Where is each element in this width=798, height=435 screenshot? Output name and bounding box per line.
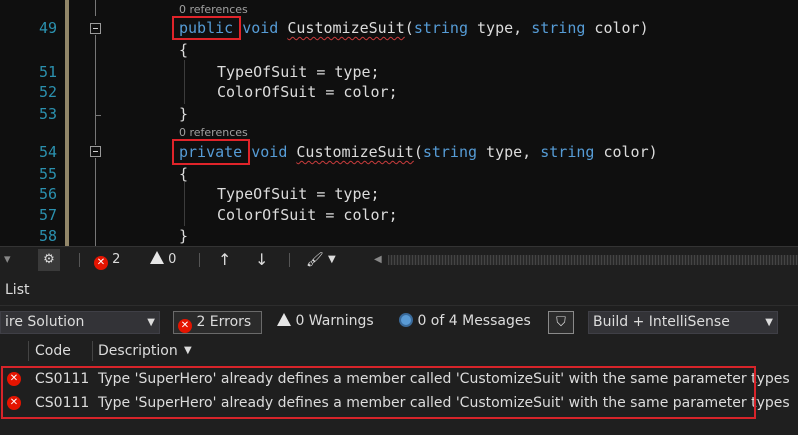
method-name: CustomizeSuit <box>287 19 405 37</box>
code-line-method-signature[interactable]: private void CustomizeSuit(string type, … <box>179 142 658 162</box>
codelens-references[interactable]: 0 references <box>179 126 248 140</box>
code-line-method-signature[interactable]: public void CustomizeSuit(string type, s… <box>179 18 649 38</box>
keyword-void: void <box>251 143 288 161</box>
paren: ( <box>413 143 423 161</box>
zoom-dropdown-arrow-icon[interactable]: ▾ <box>4 247 11 273</box>
code-line-assignment[interactable]: ColorOfSuit = color; <box>217 82 398 102</box>
error-count: 2 <box>112 252 121 267</box>
keyword-void: void <box>242 19 279 37</box>
collapse-icon[interactable] <box>90 146 101 157</box>
outline-end-tick <box>95 115 101 116</box>
next-issue-button[interactable]: ↓ <box>255 247 268 273</box>
panel-title: List <box>5 282 30 298</box>
line-number: 49 <box>38 19 57 37</box>
chevron-down-icon: ▼ <box>147 317 155 328</box>
column-header-code[interactable]: Code <box>35 338 71 364</box>
highlight-box-errors <box>1 366 756 419</box>
param: color) <box>594 143 658 161</box>
separator <box>289 253 290 267</box>
collapse-icon[interactable] <box>90 23 101 34</box>
paren: ( <box>404 19 414 37</box>
keyword-type: string <box>540 143 595 161</box>
codelens-references[interactable]: 0 references <box>179 3 248 17</box>
warnings-filter-label: 0 Warnings <box>295 313 374 329</box>
editor-status-strip: ▾ ⚙ ✕ 2 0 ↑ ↓ 🖌 ▼ ◀ <box>0 246 798 272</box>
line-number: 52 <box>38 83 57 101</box>
separator <box>199 253 200 267</box>
messages-filter-button[interactable]: 0 of 4 Messages <box>395 311 540 334</box>
errors-filter-button[interactable]: ✕ 2 Errors <box>173 311 262 334</box>
panel-title-bar[interactable]: List <box>0 272 798 306</box>
column-header-description[interactable]: Description <box>98 338 178 364</box>
warnings-filter-button[interactable]: 0 Warnings <box>273 311 383 334</box>
error-count-indicator[interactable]: ✕ 2 <box>94 247 120 273</box>
line-number: 54 <box>38 143 57 161</box>
intellicode-icon[interactable]: ⚙ <box>38 249 60 271</box>
indent-guide <box>184 60 185 104</box>
build-source-value: Build + IntelliSense <box>593 314 730 330</box>
messages-filter-label: 0 of 4 Messages <box>417 313 531 329</box>
warning-icon <box>277 313 291 326</box>
error-icon: ✕ <box>94 256 108 270</box>
code-line-assignment[interactable]: TypeOfSuit = type; <box>217 184 380 204</box>
warning-count-indicator[interactable]: 0 <box>150 247 176 273</box>
param: color) <box>585 19 649 37</box>
line-number: 55 <box>38 165 57 183</box>
outline-line <box>95 158 96 246</box>
filter-icon[interactable]: ⛉ <box>548 311 574 334</box>
sort-descending-icon[interactable]: ▼ <box>184 338 192 364</box>
table-header: Code Description ▼ <box>0 338 798 364</box>
indent-guide <box>184 182 185 226</box>
warning-icon <box>150 251 164 264</box>
line-number: 58 <box>38 227 57 245</box>
keyword-type: string <box>413 19 468 37</box>
chevron-down-icon: ▼ <box>765 317 773 328</box>
keyword-type: string <box>422 143 478 161</box>
error-icon: ✕ <box>178 319 192 333</box>
param: type, <box>468 19 532 37</box>
method-name: CustomizeSuit <box>296 143 414 161</box>
keyword-type: string <box>531 19 586 37</box>
line-number: 51 <box>38 63 57 81</box>
param: type, <box>477 143 541 161</box>
message-icon <box>399 313 413 327</box>
code-line-brace[interactable]: { <box>179 164 188 184</box>
line-number: 57 <box>38 206 57 224</box>
errors-filter-label: 2 Errors <box>196 314 252 330</box>
horizontal-scrollbar[interactable] <box>388 255 798 265</box>
error-list-toolbar: ire Solution ▼ ✕ 2 Errors 0 Warnings 0 o… <box>0 306 798 338</box>
scope-dropdown-value: ire Solution <box>5 314 85 330</box>
code-line-brace[interactable]: } <box>179 226 188 246</box>
scope-dropdown[interactable]: ire Solution ▼ <box>0 311 160 334</box>
code-line-brace[interactable]: { <box>179 40 188 60</box>
warning-count: 0 <box>168 252 177 267</box>
separator <box>79 253 80 267</box>
column-separator <box>28 341 29 361</box>
code-editor[interactable]: 49 51 52 53 54 55 56 57 58 0 references … <box>0 0 798 246</box>
scroll-left-icon[interactable]: ◀ <box>374 247 382 273</box>
highlight-box-private <box>172 139 250 165</box>
code-cleanup-dropdown-icon[interactable]: ▼ <box>328 247 336 273</box>
highlight-box-public <box>172 16 241 40</box>
line-number: 53 <box>38 105 57 123</box>
code-line-brace[interactable]: } <box>179 104 188 124</box>
code-cleanup-brush-icon[interactable]: 🖌 <box>306 247 324 273</box>
line-number: 56 <box>38 185 57 203</box>
outline-line <box>95 35 96 145</box>
outline-line <box>95 0 96 16</box>
build-source-dropdown[interactable]: Build + IntelliSense ▼ <box>588 311 778 334</box>
code-line-assignment[interactable]: ColorOfSuit = color; <box>217 205 398 225</box>
change-tracking-bar <box>65 0 69 246</box>
column-separator <box>92 341 93 361</box>
code-line-assignment[interactable]: TypeOfSuit = type; <box>217 62 380 82</box>
previous-issue-button[interactable]: ↑ <box>218 247 231 273</box>
